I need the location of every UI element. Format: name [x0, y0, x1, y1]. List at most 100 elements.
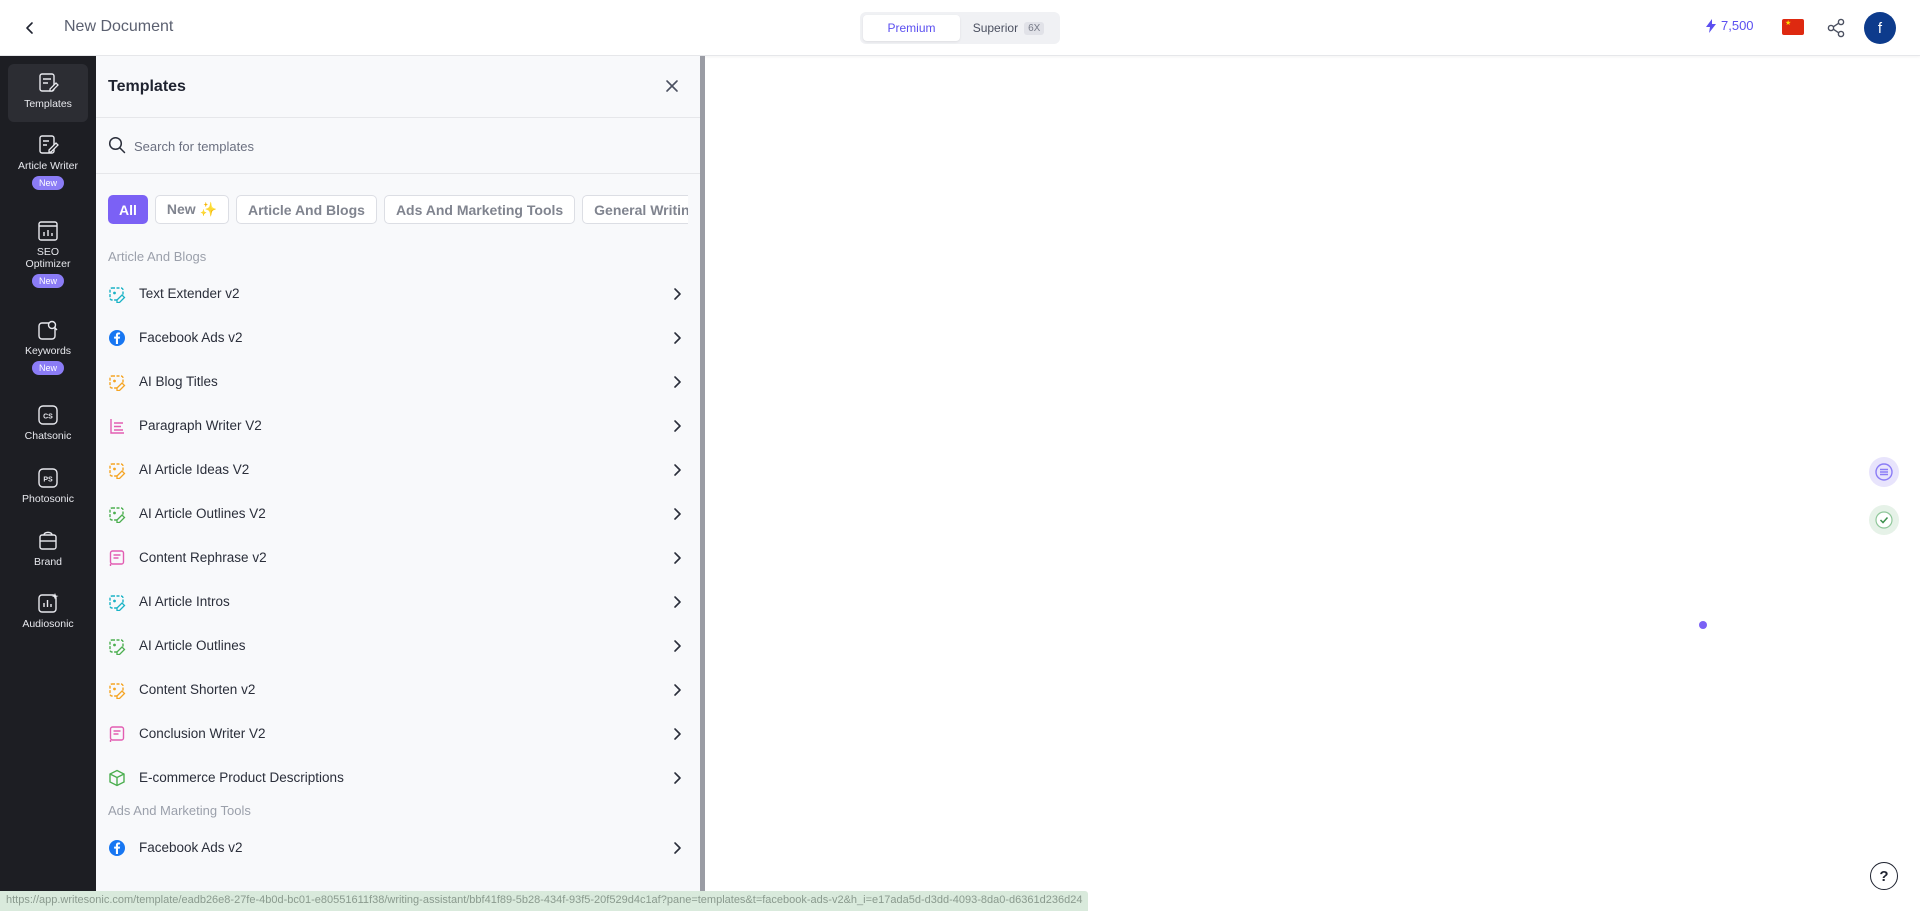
sidebar-item-label: Brand — [33, 556, 63, 568]
blog-titles-icon — [108, 373, 126, 392]
article-intros-icon — [108, 593, 126, 612]
help-button[interactable]: ? — [1870, 862, 1898, 890]
china-flag-icon[interactable]: ★ — [1782, 19, 1804, 35]
template-item[interactable]: AI Article Ideas V2 — [96, 448, 700, 492]
template-label: Facebook Ads v2 — [139, 840, 243, 855]
status-bar-url: https://app.writesonic.com/template/eadb… — [0, 891, 1089, 911]
check-icon — [1875, 511, 1893, 529]
chevron-right-icon — [670, 507, 684, 521]
template-item[interactable]: AI Article Outlines — [96, 624, 700, 668]
template-label: AI Article Outlines — [139, 638, 246, 653]
sidebar-item-keywords[interactable]: Keywords New — [8, 319, 88, 375]
template-label: Content Rephrase v2 — [139, 550, 267, 565]
lightning-icon — [1706, 18, 1716, 33]
sidebar-item-brand[interactable]: Brand — [8, 530, 88, 568]
template-item[interactable]: AI Article Outlines V2 — [96, 492, 700, 536]
template-item[interactable]: Content Shorten v2 — [96, 668, 700, 712]
back-button[interactable] — [18, 16, 42, 40]
new-badge: New — [31, 176, 64, 190]
photosonic-icon: PS — [38, 468, 58, 488]
plan-premium-button[interactable]: Premium — [863, 15, 960, 41]
article-ideas-icon — [108, 461, 126, 480]
chip-ads-and-marketing-tools[interactable]: Ads And Marketing Tools — [383, 195, 576, 224]
template-item[interactable]: AI Blog Titles — [96, 360, 700, 404]
template-label: Text Extender v2 — [139, 286, 240, 301]
template-item[interactable]: AI Article Intros — [96, 580, 700, 624]
template-label: Paragraph Writer V2 — [139, 418, 262, 433]
search-icon — [108, 136, 126, 154]
search-row — [96, 118, 700, 174]
sidebar-item-label: Chatsonic — [24, 430, 72, 442]
template-label: Facebook Ads v2 — [139, 330, 243, 345]
document-title[interactable]: New Document — [64, 18, 173, 36]
sidebar-item-label: Article Writer — [18, 160, 78, 172]
new-badge: New — [31, 274, 64, 288]
seo-optimizer-icon — [38, 221, 58, 241]
chip-article-and-blogs[interactable]: Article And Blogs — [236, 195, 377, 224]
brand-icon — [39, 531, 57, 550]
search-input[interactable] — [134, 134, 674, 158]
sidebar-item-label: Photosonic — [22, 493, 74, 505]
article-outlines-icon — [108, 637, 126, 656]
chevron-right-icon — [670, 551, 684, 565]
section-title: Ads And Marketing Tools — [108, 803, 251, 818]
template-label: E-commerce Product Descriptions — [139, 770, 344, 785]
chip-general-writing[interactable]: General Writin — [582, 195, 688, 224]
plan-superior-button[interactable]: Superior 6X — [960, 15, 1057, 41]
panel-resize-handle[interactable] — [700, 56, 705, 911]
plan-multiplier-badge: 6X — [1024, 21, 1045, 35]
sidebar-item-article-writer[interactable]: Article Writer New — [8, 134, 88, 190]
chevron-left-icon — [26, 22, 33, 34]
sidebar-item-photosonic[interactable]: PS Photosonic — [8, 467, 88, 505]
chevron-right-icon — [670, 287, 684, 301]
paragraph-icon — [108, 417, 126, 435]
outline-button[interactable] — [1869, 457, 1899, 487]
sidebar-item-audiosonic[interactable]: Audiosonic — [8, 592, 88, 630]
keywords-icon — [38, 320, 58, 340]
category-chips: All New ✨ Article And Blogs Ads And Mark… — [108, 195, 688, 225]
facebook-icon — [108, 839, 126, 857]
template-item[interactable]: Paragraph Writer V2 — [96, 404, 700, 448]
plan-premium-label: Premium — [887, 21, 936, 35]
templates-panel: Templates All New ✨ Article And Blogs Ad… — [96, 56, 700, 911]
sidebar: Templates Article Writer New SEO Optimiz… — [0, 56, 96, 911]
chip-new[interactable]: New ✨ — [154, 195, 229, 224]
credits-value: 7,500 — [1721, 18, 1754, 33]
panel-title: Templates — [108, 78, 186, 95]
chip-all[interactable]: All — [108, 195, 148, 224]
share-button[interactable] — [1824, 16, 1848, 40]
question-mark-icon: ? — [1879, 867, 1889, 885]
article-outlines-icon — [108, 505, 126, 524]
plan-toggle: Premium Superior 6X — [860, 12, 1060, 44]
sidebar-item-seo-optimizer[interactable]: SEO Optimizer New — [8, 220, 88, 288]
credits-counter[interactable]: 7,500 — [1706, 18, 1754, 33]
text-extender-icon — [108, 285, 126, 304]
panel-header: Templates — [96, 56, 700, 118]
chevron-right-icon — [670, 419, 684, 433]
template-item[interactable]: E-commerce Product Descriptions — [96, 756, 700, 800]
rephrase-icon — [108, 549, 126, 567]
avatar[interactable]: f — [1864, 12, 1896, 44]
chevron-right-icon — [670, 639, 684, 653]
top-bar: New Document Premium Superior 6X 7,500 ★… — [0, 0, 1920, 56]
template-item[interactable]: Text Extender v2 — [96, 272, 700, 316]
template-item[interactable]: Facebook Ads v2 — [96, 826, 700, 870]
sidebar-item-templates[interactable]: Templates — [8, 64, 88, 122]
conclusion-icon — [108, 725, 126, 743]
template-item[interactable]: Facebook Ads v2 — [96, 316, 700, 360]
template-label: Content Shorten v2 — [139, 682, 256, 697]
menu-lines-icon — [1875, 463, 1893, 481]
template-label: Conclusion Writer V2 — [139, 726, 266, 741]
close-icon — [666, 80, 678, 92]
template-item[interactable]: Conclusion Writer V2 — [96, 712, 700, 756]
new-badge: New — [31, 361, 64, 375]
sidebar-item-label: Templates — [24, 98, 72, 110]
template-label: AI Article Outlines V2 — [139, 506, 266, 521]
templates-icon — [39, 73, 59, 92]
close-button[interactable] — [662, 76, 682, 96]
template-item[interactable]: Content Rephrase v2 — [96, 536, 700, 580]
sidebar-item-chatsonic[interactable]: CS Chatsonic — [8, 404, 88, 442]
plan-superior-label: Superior — [972, 21, 1019, 35]
check-button[interactable] — [1869, 505, 1899, 535]
chevron-right-icon — [670, 841, 684, 855]
